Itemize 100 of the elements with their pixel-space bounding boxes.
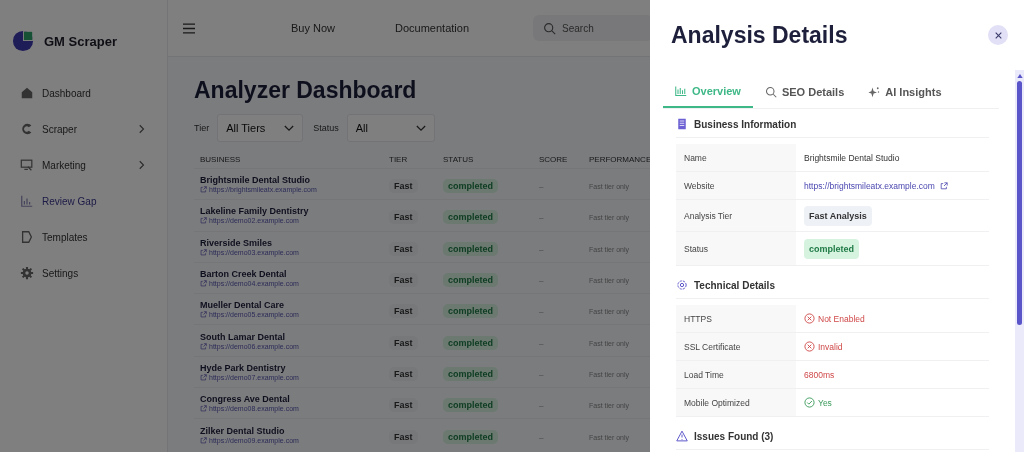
business-name: Mueller Dental Care	[200, 300, 286, 311]
tier-badge: Fast	[389, 304, 418, 319]
settings-icon	[20, 266, 34, 280]
nav-item[interactable]: Scraper	[0, 111, 167, 147]
external-link-icon	[200, 217, 207, 225]
score-cell: –	[539, 213, 544, 223]
field-value: 6800ms	[804, 369, 835, 380]
status-badge: completed	[443, 241, 498, 256]
tier-badge: Fast	[389, 429, 418, 444]
check-circle-icon	[804, 397, 815, 408]
status-badge: completed	[804, 238, 859, 259]
nav-item[interactable]: Marketing	[0, 147, 167, 183]
score-cell: –	[539, 338, 544, 348]
x-circle-icon	[804, 313, 815, 324]
page-title: Analyzer Dashboard	[194, 77, 417, 104]
c-logo-icon	[20, 122, 34, 136]
brand-name: GM Scraper	[44, 33, 117, 49]
close-button[interactable]	[988, 25, 1008, 45]
status-badge: completed	[443, 179, 498, 194]
section-title: Issues Found (3)	[694, 430, 774, 442]
menu-icon[interactable]	[183, 22, 195, 34]
field-label: Mobile Optimized	[676, 389, 796, 416]
field-value: Yes	[818, 397, 832, 408]
tier-badge: Fast	[389, 273, 418, 288]
field-label: Website	[676, 172, 796, 199]
tab[interactable]: AI Insights	[856, 76, 954, 108]
website-link[interactable]: https://brightsmileatx.example.com	[804, 180, 948, 191]
tab[interactable]: Overview	[663, 76, 753, 108]
x-circle-icon	[804, 341, 815, 352]
status-badge: completed	[443, 273, 498, 288]
external-link-icon	[200, 186, 207, 194]
score-cell: –	[539, 432, 544, 442]
score-cell: –	[539, 244, 544, 254]
nav-item[interactable]: Dashboard	[0, 75, 167, 111]
field-value: Invalid	[818, 341, 843, 352]
score-cell: –	[539, 182, 544, 192]
bar-chart-icon	[675, 85, 687, 97]
tier-badge: Fast	[389, 179, 418, 194]
monitor-icon	[20, 158, 34, 172]
score-cell: –	[539, 276, 544, 286]
search-icon	[764, 86, 777, 98]
score-cell: –	[539, 401, 544, 411]
search-icon	[543, 22, 557, 35]
business-name: South Lamar Dental	[200, 331, 286, 342]
settings-icon	[676, 279, 688, 291]
business-name: Congress Ave Dental	[200, 394, 291, 405]
section-title: Technical Details	[694, 279, 775, 291]
business-name: Brightsmile Dental Studio	[200, 175, 311, 186]
tier-badge: Fast	[389, 398, 418, 413]
external-link-icon	[200, 436, 207, 444]
tier-badge: Fast	[389, 335, 418, 350]
tier-badge: Fast	[389, 366, 418, 381]
nav-item[interactable]: Templates	[0, 219, 167, 255]
sparkle-icon	[868, 86, 881, 98]
field-label: Load Time	[676, 361, 796, 388]
chevron-down-icon	[415, 124, 426, 132]
drawer-title: Analysis Details	[671, 21, 848, 49]
section-title: Business Information	[694, 118, 797, 130]
field-label: Name	[676, 144, 796, 171]
scroll-up-arrow-icon[interactable]	[1016, 74, 1023, 78]
tier-badge: Fast	[389, 210, 418, 225]
filter-select[interactable]: All	[346, 114, 435, 142]
external-link-icon	[200, 311, 207, 319]
home-icon	[20, 86, 34, 100]
column-header: PERFORMANCE	[589, 154, 653, 164]
field-value: Brightsmile Dental Studio	[804, 152, 900, 163]
business-name: Riverside Smiles	[200, 237, 274, 248]
status-badge: completed	[443, 366, 498, 381]
score-cell: –	[539, 307, 544, 317]
tier-badge: Fast	[389, 241, 418, 256]
field-value: Not Enabled	[818, 313, 865, 324]
column-header: SCORE	[539, 154, 569, 164]
chevron-right-icon	[139, 160, 145, 170]
filter-select[interactable]: All Tiers	[217, 114, 304, 142]
nav-link[interactable]: Documentation	[395, 22, 470, 34]
chevron-down-icon	[284, 124, 295, 132]
status-badge: completed	[443, 304, 498, 319]
warning-icon	[676, 430, 688, 442]
status-badge: completed	[443, 398, 498, 413]
business-name: Barton Creek Dental	[200, 269, 288, 280]
filter-label: Tier	[194, 123, 210, 133]
column-header: STATUS	[443, 154, 475, 164]
chevron-right-icon	[139, 124, 145, 134]
field-label: Status	[676, 232, 796, 265]
external-link-icon	[200, 405, 207, 413]
filter-label: Status	[313, 123, 339, 133]
nav-link[interactable]: Buy Now	[291, 22, 336, 34]
tab[interactable]: SEO Details	[752, 76, 857, 108]
scrollbar[interactable]	[1015, 70, 1024, 452]
close-icon	[994, 31, 1002, 39]
bar-chart-icon	[20, 194, 34, 208]
column-header: BUSINESS	[200, 154, 242, 164]
document-icon	[20, 230, 34, 244]
nav-item[interactable]: Review Gap	[0, 183, 167, 219]
field-label: HTTPS	[676, 305, 796, 332]
business-name: Lakeline Family Dentistry	[200, 206, 310, 217]
status-badge: completed	[443, 429, 498, 444]
external-link-icon	[200, 248, 207, 256]
nav-item[interactable]: Settings	[0, 255, 167, 291]
status-badge: completed	[443, 210, 498, 225]
